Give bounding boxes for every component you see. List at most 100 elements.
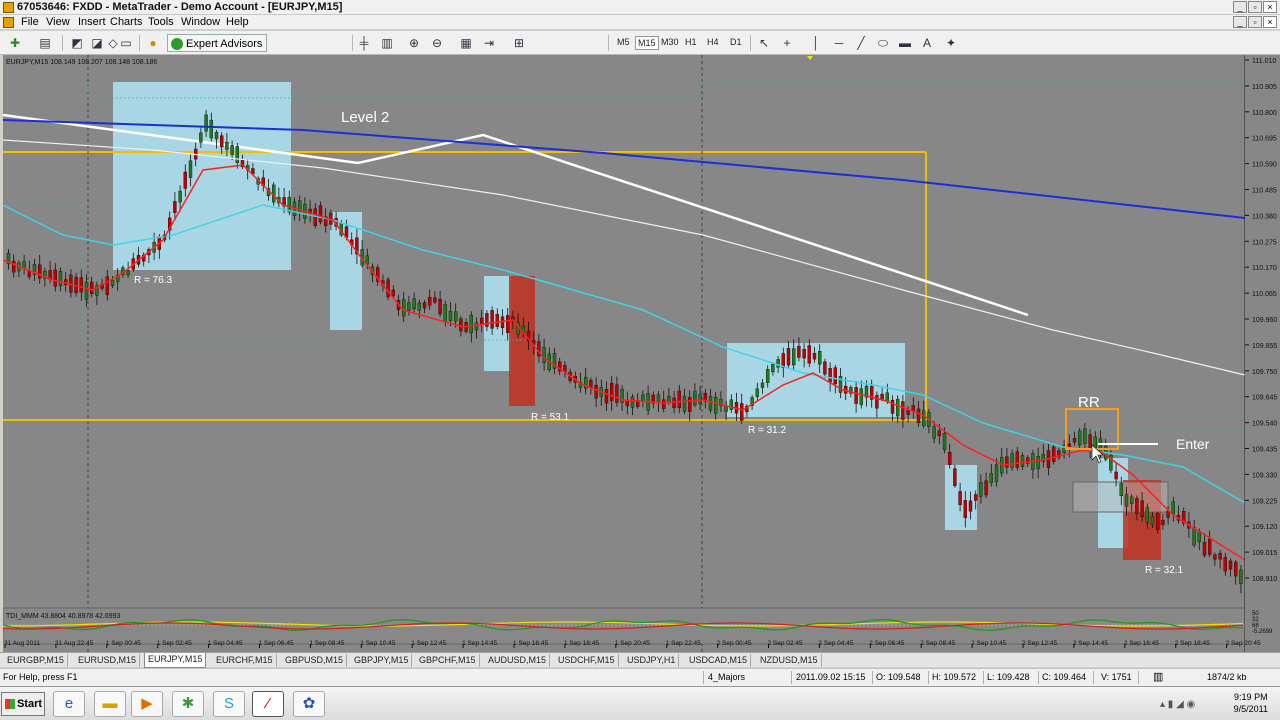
text-icon[interactable]: A [918,34,936,52]
candle [1072,437,1077,443]
new-chart-icon[interactable]: ✚ [6,34,24,52]
timeframe-d1[interactable]: D1 [728,36,744,48]
timeframe-h4[interactable]: H4 [705,36,721,48]
zoom-out-icon[interactable]: ⊖ [428,34,446,52]
time-tick-label: 1 Sep 00:45 [106,640,141,647]
time-tick-label: 2 Sep 00:45 [717,640,752,647]
candle [963,500,967,518]
chart-close-button[interactable]: × [1263,16,1277,28]
price-chart[interactable]: 111.010 110.905 110.800 110.695 110.590 110.4… [3,55,1280,652]
menu-view[interactable]: View [46,16,70,28]
candle [677,390,681,409]
new-order-icon[interactable]: ● [144,34,162,52]
explorer-folder-icon[interactable]: ▬ [94,691,126,717]
timeframe-m30[interactable]: M30 [659,36,681,48]
close-button[interactable]: × [1263,1,1277,13]
chart-window[interactable]: 111.010 110.905 110.800 110.695 110.590 110.4… [3,55,1280,652]
maximize-button[interactable]: ▫ [1248,1,1262,13]
arrows-icon[interactable]: ✦ [942,34,960,52]
r-label-3: R = 31.2 [748,425,787,436]
flower-app-icon[interactable]: ✿ [293,691,325,717]
ellipse-icon[interactable]: ⬭ [874,34,892,52]
chart-restore-button[interactable]: ▫ [1248,16,1262,28]
rectangle-icon[interactable]: ▬ [896,34,914,52]
zoom-in-icon[interactable]: ⊕ [405,34,423,52]
trendline-icon[interactable]: ╱ [852,34,870,52]
candle [485,313,489,327]
candle [953,468,957,486]
tab-eurchf-m15[interactable]: EURCHF,M15 [213,654,277,667]
candlestick-icon[interactable]: ▥ [378,34,396,52]
tab-eurjpy-m15[interactable]: EURJPY,M15 [144,653,207,668]
tab-eurusd-m15[interactable]: EURUSD,M15 [75,654,141,667]
candle [89,281,94,294]
indicators-icon[interactable]: ⊞ [510,34,528,52]
profiles-icon[interactable]: ▤ [36,34,54,52]
tray-icons[interactable]: ▴ ▮ ◢ ◉ [1160,699,1195,710]
taskbar-clock[interactable]: 9:19 PM 9/5/2011 [1234,691,1268,715]
candle [885,392,889,402]
minimize-button[interactable]: _ [1233,1,1247,13]
candle [1228,560,1233,570]
tab-usdjpy-h1[interactable]: USDJPY,H1 [624,654,680,667]
tab-nzdusd-m15[interactable]: NZDUSD,M15 [757,654,822,667]
tab-audusd-m15[interactable]: AUDUSD,M15 [485,654,551,667]
candle [1010,453,1014,468]
menu-tools[interactable]: Tools [148,16,174,28]
timeframe-m5[interactable]: M5 [615,36,632,48]
price-tick-label: 109.855 [1252,343,1277,350]
fxdd-metatrader-icon[interactable]: ⁄ [252,691,284,717]
tab-eurgbp-m15[interactable]: EURGBP,M15 [4,654,68,667]
time-tick-label: 2 Sep 16:45 [1124,640,1159,647]
tab-gbpusd-m15[interactable]: GBPUSD,M15 [282,654,348,667]
start-button[interactable]: Start [1,692,45,716]
menu-window[interactable]: Window [181,16,220,28]
status-close: C: 109.464 [1042,672,1087,682]
tab-usdchf-m15[interactable]: USDCHF,M15 [555,654,619,667]
candle [1150,516,1155,525]
candle [1119,482,1124,497]
gadget-icon[interactable]: ✱ [172,691,204,717]
price-tick-label: 109.330 [1252,472,1277,479]
chart-minimize-button[interactable]: _ [1233,16,1247,28]
bar-chart-icon[interactable]: ╪ [355,34,373,52]
crosshair-icon[interactable]: + [778,34,796,52]
candle [469,314,473,334]
media-player-icon[interactable]: ▶ [131,691,163,717]
start-label: Start [17,698,43,710]
tab-usdcad-m15[interactable]: USDCAD,M15 [686,654,752,667]
status-datetime: 2011.09.02 15:15 [796,672,866,682]
time-tick-label: 1 Sep 04:45 [208,640,243,647]
time-tick-label: 1 Sep 20:45 [615,640,650,647]
market-watch-icon[interactable]: ◩ [68,34,86,52]
tab-gbpchf-m15[interactable]: GBPCHF,M15 [416,654,480,667]
menu-insert[interactable]: Insert [78,16,106,28]
expert-advisors-button[interactable]: Expert Advisors [167,34,268,52]
tab-gbpjpy-m15[interactable]: GBPJPY,M15 [351,654,413,667]
internet-explorer-icon[interactable]: e [53,691,85,717]
candle [173,201,177,213]
candle [38,264,42,279]
candle [828,368,832,383]
timeframe-m15[interactable]: M15 [635,36,659,50]
time-tick-label: 2 Sep 12:45 [1022,640,1057,647]
terminal-icon[interactable]: ▭ [117,34,135,52]
chart-shift-icon[interactable]: ⇥ [480,34,498,52]
cursor-icon[interactable]: ↖ [755,34,773,52]
skype-icon[interactable]: S [213,691,245,717]
supply-demand-zone [113,82,291,270]
candle [797,345,801,358]
candle [474,322,479,331]
vertical-line-icon[interactable]: │ [807,34,825,52]
tile-windows-icon[interactable]: ▦ [457,34,475,52]
timeframe-h1[interactable]: H1 [683,36,699,48]
candle [183,171,188,189]
horizontal-line-icon[interactable]: ─ [830,34,848,52]
menu-help[interactable]: Help [226,16,249,28]
candle [833,367,837,385]
candle [911,405,915,412]
menu-charts[interactable]: Charts [110,16,142,28]
menu-file[interactable]: File [21,16,39,28]
candle [1088,434,1092,450]
title-bar: 67053646: FXDD - MetaTrader - Demo Accou… [0,0,1280,15]
